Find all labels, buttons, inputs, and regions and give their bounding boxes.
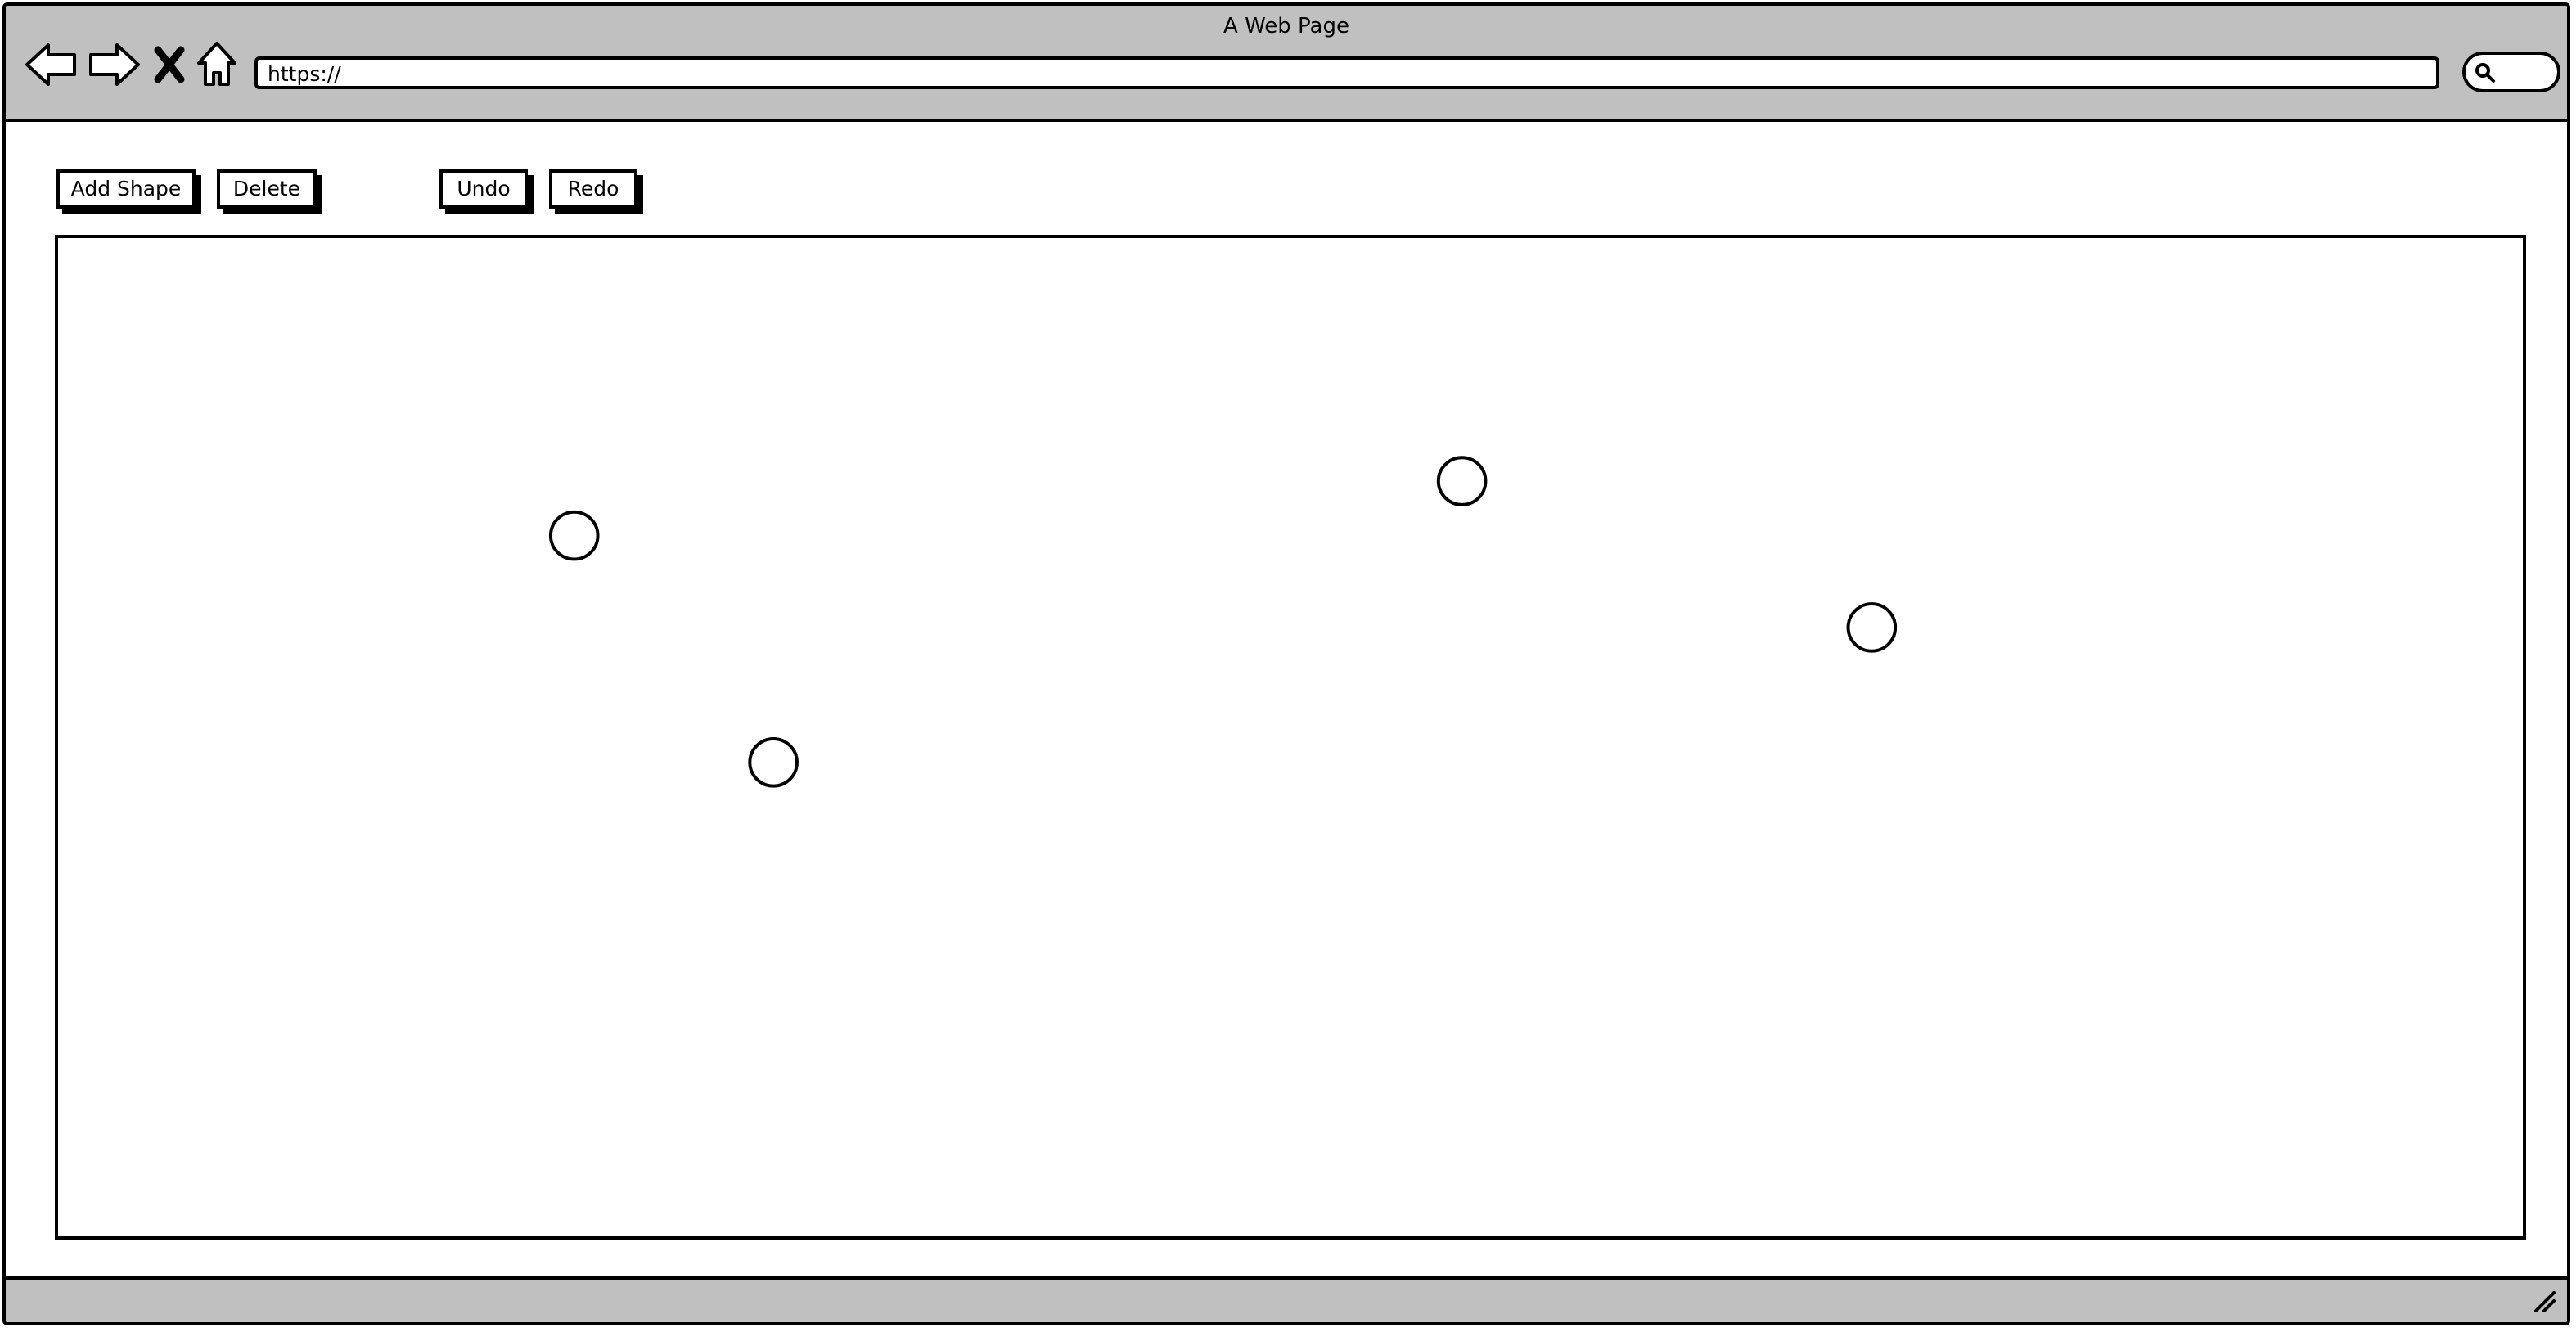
redo-button[interactable]: Redo [549,169,637,209]
canvas-surface[interactable] [58,238,2523,1236]
browser-window: A Web Page https:// Add Shape Delete Und… [2,2,2570,1325]
drawing-canvas[interactable] [55,235,2526,1240]
delete-button[interactable]: Delete [217,169,317,209]
undo-button[interactable]: Undo [439,169,528,209]
arrow-right-icon [89,43,140,86]
window-title: A Web Page [1223,14,1349,38]
address-bar[interactable]: https:// [254,56,2439,89]
back-button[interactable] [24,38,81,91]
add-shape-button[interactable]: Add Shape [56,169,196,209]
canvas-circle-shape[interactable] [548,510,600,561]
home-icon [197,42,236,86]
status-bar [6,1276,2567,1322]
search-icon [2475,63,2495,83]
close-icon [154,46,185,83]
canvas-circle-shape[interactable] [748,737,799,788]
address-value: https:// [268,62,341,86]
search-button[interactable] [2462,52,2560,92]
canvas-circle-shape[interactable] [1436,456,1488,506]
forward-button[interactable] [84,38,142,91]
canvas-circle-shape[interactable] [1846,602,1898,653]
stop-button[interactable] [148,38,191,91]
browser-toolbar: A Web Page https:// [6,6,2567,122]
resize-grip-icon[interactable] [2533,1289,2557,1314]
home-button[interactable] [194,38,240,91]
arrow-left-icon [25,43,76,86]
